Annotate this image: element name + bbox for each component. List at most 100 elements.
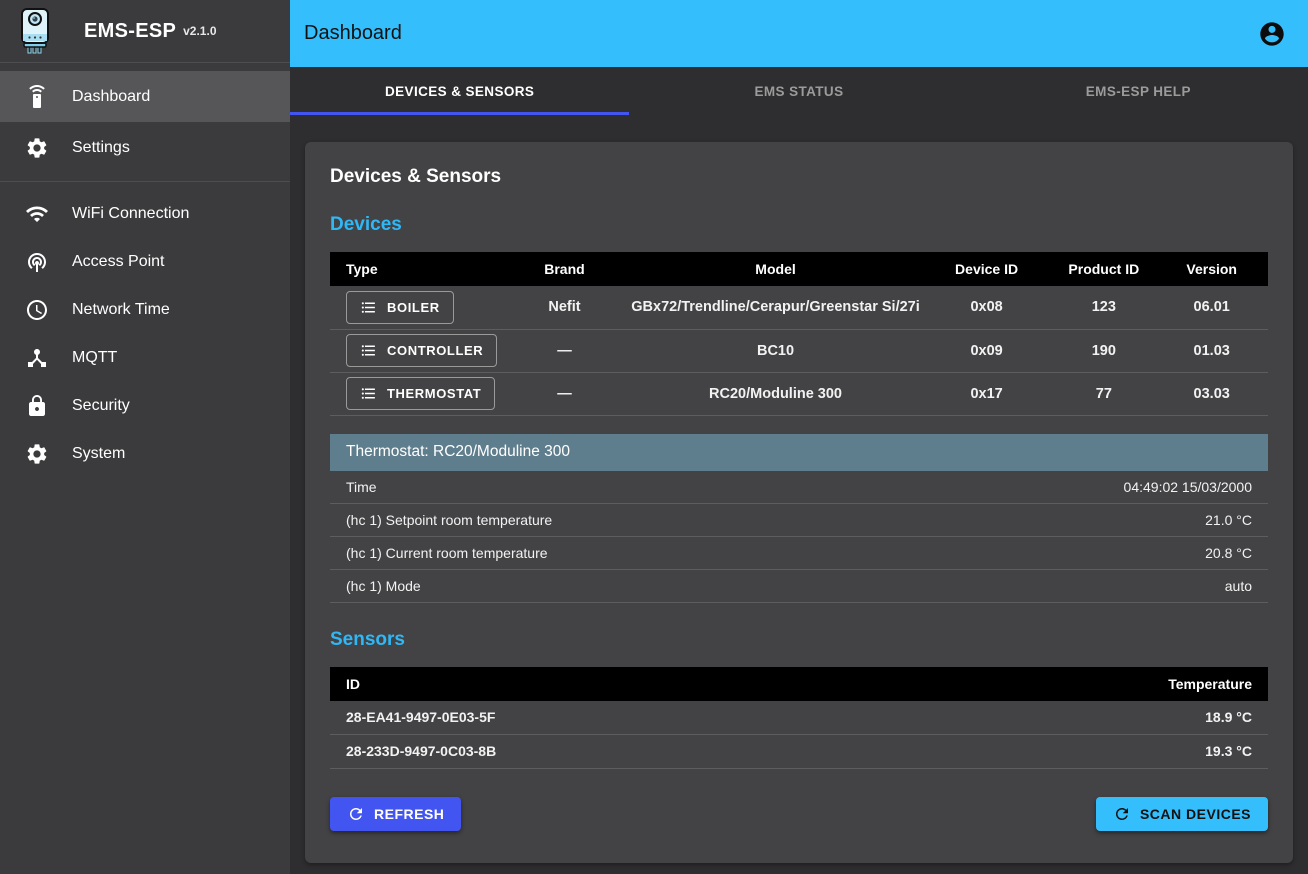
refresh-icon (347, 805, 365, 823)
sidebar-item-dashboard[interactable]: Dashboard (0, 71, 290, 122)
refresh-button[interactable]: REFRESH (330, 797, 461, 831)
sidebar-item-system[interactable]: System (0, 430, 290, 478)
refresh-icon (1113, 805, 1131, 823)
tab-label: EMS-ESP HELP (1086, 84, 1191, 99)
sidebar-item-label: System (72, 445, 125, 463)
devices-table: Type Brand Model Device ID Product ID Ve… (330, 252, 1268, 416)
sidebar-item-label: MQTT (72, 349, 117, 367)
detail-value: 04:49:02 15/03/2000 (1124, 479, 1252, 495)
list-icon (360, 385, 377, 402)
account-circle-icon[interactable] (1258, 20, 1286, 48)
column-header-temperature: Temperature (1168, 676, 1252, 692)
thermostat-detail-header: Thermostat: RC20/Moduline 300 (330, 434, 1268, 471)
sensor-temperature: 19.3 °C (1205, 743, 1252, 759)
page-title: Dashboard (304, 22, 402, 45)
tab-label: EMS STATUS (754, 84, 843, 99)
sidebar-item-settings[interactable]: Settings (0, 122, 290, 173)
wifi-icon (25, 202, 49, 226)
cell-device-id: 0x08 (921, 286, 1052, 329)
list-icon (360, 342, 377, 359)
detail-label: (hc 1) Setpoint room temperature (346, 512, 552, 528)
app-logo-row: EMS-ESP v2.1.0 (0, 0, 290, 62)
scan-devices-button[interactable]: SCAN DEVICES (1096, 797, 1268, 831)
sidebar-item-wifi-connection[interactable]: WiFi Connection (0, 190, 290, 238)
sensor-temperature: 18.9 °C (1205, 709, 1252, 725)
table-row: THERMOSTAT — RC20/Moduline 300 0x17 77 0… (330, 372, 1268, 415)
cell-brand: — (499, 329, 630, 372)
app-name: EMS-ESP (84, 20, 176, 43)
sidebar-item-network-time[interactable]: Network Time (0, 286, 290, 334)
tab-ems-status[interactable]: EMS STATUS (629, 67, 968, 115)
detail-label: (hc 1) Mode (346, 578, 421, 594)
cell-model: GBx72/Trendline/Cerapur/Greenstar Si/27i (630, 286, 921, 329)
detail-row-current-temp: (hc 1) Current room temperature 20.8 °C (330, 537, 1268, 570)
detail-row-setpoint-temp: (hc 1) Setpoint room temperature 21.0 °C (330, 504, 1268, 537)
column-header-product-id: Product ID (1052, 252, 1155, 286)
sensor-id: 28-233D-9497-0C03-8B (346, 743, 496, 759)
cell-version: 03.03 (1155, 372, 1268, 415)
sensor-id: 28-EA41-9497-0E03-5F (346, 709, 495, 725)
sensors-heading: Sensors (330, 629, 1268, 651)
boiler-device-button[interactable]: BOILER (346, 291, 454, 324)
sidebar-item-label: Dashboard (72, 88, 150, 106)
sidebar-item-label: Settings (72, 139, 130, 157)
detail-value: 20.8 °C (1205, 545, 1252, 561)
gear-icon (25, 442, 49, 466)
tab-devices-sensors[interactable]: DEVICES & SENSORS (290, 67, 629, 115)
column-header-brand: Brand (499, 252, 630, 286)
gear-icon (25, 136, 49, 160)
cell-model: RC20/Moduline 300 (630, 372, 921, 415)
column-header-version: Version (1155, 252, 1268, 286)
tethering-icon (25, 250, 49, 274)
device-type-label: BOILER (387, 300, 440, 315)
detail-value: auto (1225, 578, 1252, 594)
table-row: 28-EA41-9497-0E03-5F 18.9 °C (330, 701, 1268, 735)
sidebar-item-label: Network Time (72, 301, 170, 319)
cell-model: BC10 (630, 329, 921, 372)
cell-product-id: 123 (1052, 286, 1155, 329)
device-type-label: CONTROLLER (387, 343, 483, 358)
device-type-label: THERMOSTAT (387, 386, 481, 401)
sidebar-item-access-point[interactable]: Access Point (0, 238, 290, 286)
tab-label: DEVICES & SENSORS (385, 84, 534, 99)
active-tab-indicator (290, 112, 629, 115)
tab-bar: DEVICES & SENSORS EMS STATUS EMS-ESP HEL… (290, 67, 1308, 115)
controller-device-button[interactable]: CONTROLLER (346, 334, 497, 367)
column-header-device-id: Device ID (921, 252, 1052, 286)
cell-device-id: 0x09 (921, 329, 1052, 372)
devices-sensors-panel: Devices & Sensors Devices Type Brand Mod… (305, 142, 1293, 863)
sensors-table-header-row: ID Temperature (330, 667, 1268, 701)
tab-ems-esp-help[interactable]: EMS-ESP HELP (969, 67, 1308, 115)
thermostat-device-button[interactable]: THERMOSTAT (346, 377, 495, 410)
sidebar-item-label: Security (72, 397, 130, 415)
cell-device-id: 0x17 (921, 372, 1052, 415)
table-row: BOILER Nefit GBx72/Trendline/Cerapur/Gre… (330, 286, 1268, 329)
boiler-logo-icon (14, 7, 56, 55)
detail-row-time: Time 04:49:02 15/03/2000 (330, 471, 1268, 504)
cell-brand: — (499, 372, 630, 415)
sidebar-item-security[interactable]: Security (0, 382, 290, 430)
sidebar-item-mqtt[interactable]: MQTT (0, 334, 290, 382)
sidebar: EMS-ESP v2.1.0 Dashboard Settings WiFi C… (0, 0, 290, 874)
column-header-id: ID (346, 676, 360, 692)
refresh-button-label: REFRESH (374, 806, 444, 822)
main-area: Dashboard DEVICES & SENSORS EMS STATUS E… (290, 0, 1308, 874)
devices-table-header-row: Type Brand Model Device ID Product ID Ve… (330, 252, 1268, 286)
scan-devices-button-label: SCAN DEVICES (1140, 806, 1251, 822)
table-row: CONTROLLER — BC10 0x09 190 01.03 (330, 329, 1268, 372)
table-row: 28-233D-9497-0C03-8B 19.3 °C (330, 735, 1268, 769)
detail-row-mode: (hc 1) Mode auto (330, 570, 1268, 603)
cell-brand: Nefit (499, 286, 630, 329)
devices-heading: Devices (330, 214, 1268, 236)
sidebar-item-label: WiFi Connection (72, 205, 189, 223)
detail-value: 21.0 °C (1205, 512, 1252, 528)
detail-label: Time (346, 479, 377, 495)
cell-product-id: 77 (1052, 372, 1155, 415)
lock-icon (25, 394, 49, 418)
app-bar: Dashboard (290, 0, 1308, 67)
sidebar-item-label: Access Point (72, 253, 164, 271)
column-header-type: Type (330, 252, 499, 286)
cell-product-id: 190 (1052, 329, 1155, 372)
cell-version: 06.01 (1155, 286, 1268, 329)
remote-icon (25, 85, 49, 109)
